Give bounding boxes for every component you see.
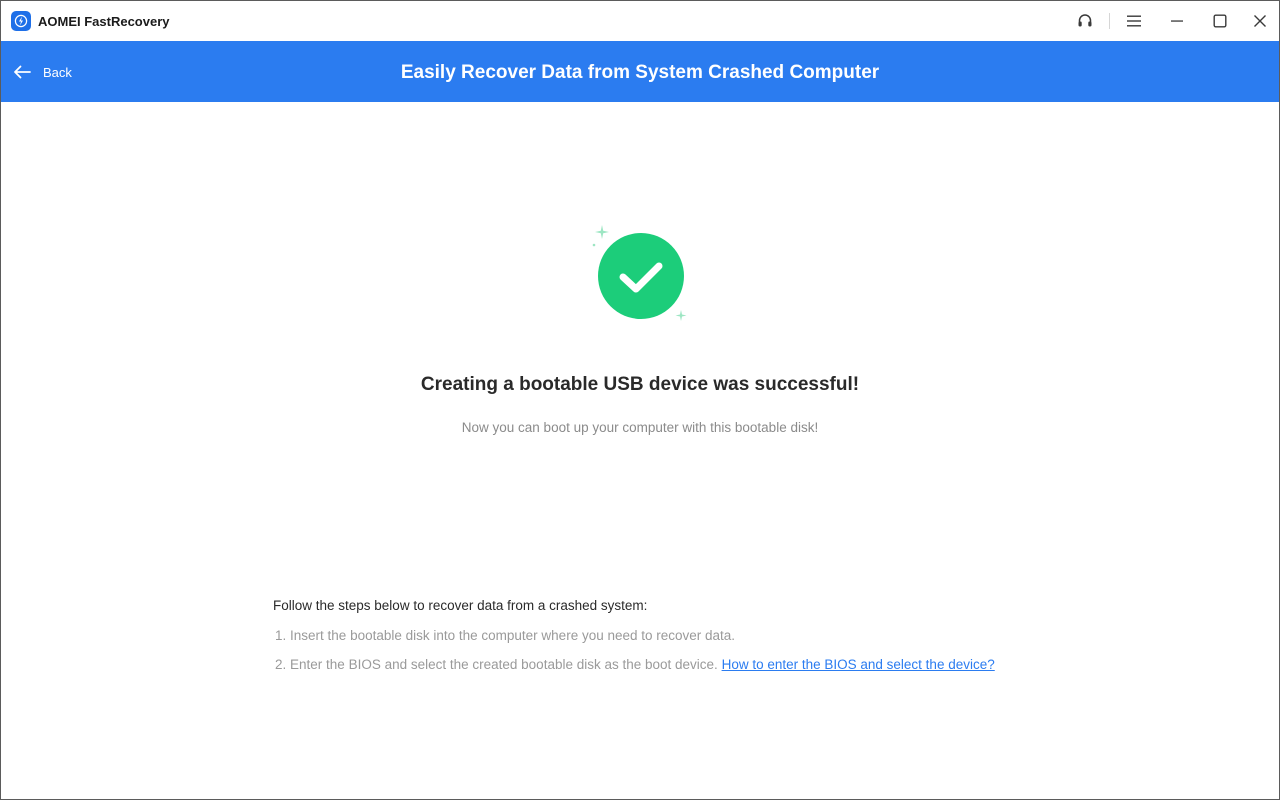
page-header: Back Easily Recover Data from System Cra…: [1, 41, 1279, 102]
step-text: Insert the bootable disk into the comput…: [290, 628, 736, 643]
support-button[interactable]: [1069, 7, 1101, 35]
app-window: AOMEI FastRecovery Back Easily Recover D…: [0, 0, 1280, 800]
menu-button[interactable]: [1118, 7, 1150, 35]
check-circle-icon: [592, 225, 687, 321]
title-bar: AOMEI FastRecovery: [1, 1, 1279, 41]
page-title: Easily Recover Data from System Crashed …: [400, 62, 880, 83]
sparkle-icon: [675, 310, 687, 321]
app-logo-icon: [11, 11, 31, 31]
titlebar-separator: [1109, 13, 1110, 29]
maximize-icon: [1213, 14, 1227, 28]
step-item: 1. Insert the bootable disk into the com…: [273, 628, 1033, 645]
sparkle-icon: [595, 225, 609, 239]
step-text: Enter the BIOS and select the created bo…: [290, 657, 718, 672]
success-subline: Now you can boot up your computer with t…: [461, 420, 819, 435]
close-icon: [1254, 15, 1266, 27]
success-headline: Creating a bootable USB device was succe…: [420, 374, 860, 395]
step-number: 1.: [275, 628, 287, 643]
recovery-steps: Follow the steps below to recover data f…: [273, 598, 1033, 674]
step-item: 2. Enter the BIOS and select the created…: [273, 657, 1033, 674]
close-button[interactable]: [1244, 7, 1276, 35]
maximize-button[interactable]: [1204, 7, 1236, 35]
app-title: AOMEI FastRecovery: [38, 14, 170, 29]
sparkle-dot-icon: [592, 243, 596, 247]
headset-icon: [1078, 14, 1092, 27]
menu-icon: [1127, 15, 1141, 27]
minimize-button[interactable]: [1161, 7, 1193, 35]
step-number: 2.: [275, 657, 287, 672]
steps-intro: Follow the steps below to recover data f…: [273, 598, 648, 613]
minimize-icon: [1171, 20, 1183, 22]
bios-help-link[interactable]: How to enter the BIOS and select the dev…: [722, 657, 995, 672]
